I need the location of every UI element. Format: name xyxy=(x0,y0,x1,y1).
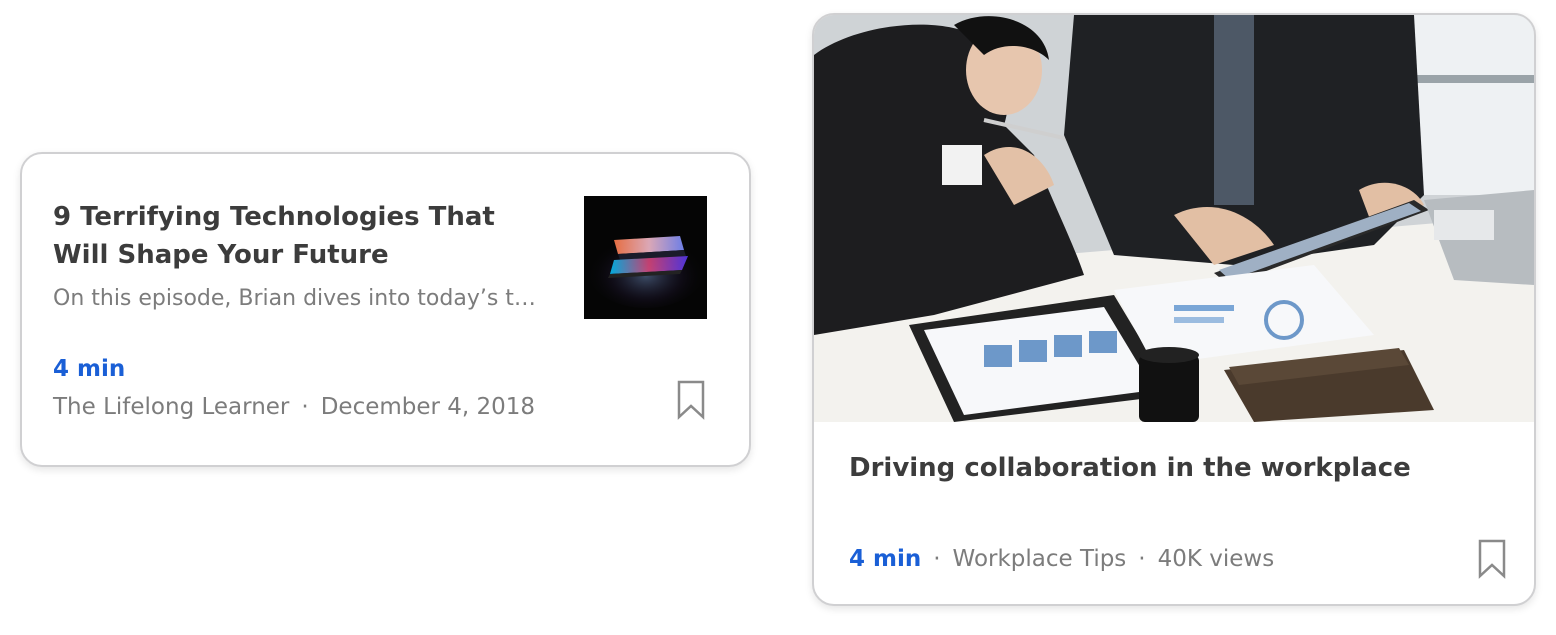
card-duration: 4 min xyxy=(849,546,922,572)
card-source[interactable]: The Lifelong Learner xyxy=(53,394,289,420)
meta-separator: · xyxy=(1138,546,1146,572)
card-title[interactable]: Driving collaboration in the workplace xyxy=(849,453,1411,483)
article-card-collaboration[interactable]: Driving collaboration in the workplace 4… xyxy=(812,13,1536,606)
meta-separator: · xyxy=(301,394,309,420)
meta-separator: · xyxy=(933,546,941,572)
card-duration: 4 min xyxy=(53,356,126,382)
bookmark-icon[interactable] xyxy=(676,380,706,420)
article-card-technologies[interactable]: 9 Terrifying Technologies That Will Shap… xyxy=(20,152,751,467)
card-description: On this episode, Brian dives into today’… xyxy=(53,286,536,311)
card-title[interactable]: 9 Terrifying Technologies That Will Shap… xyxy=(53,198,553,274)
card-meta: 4 min · Workplace Tips · 40K views xyxy=(849,546,1274,572)
business-meeting-hero-image xyxy=(814,15,1534,422)
card-meta: The Lifelong Learner · December 4, 2018 xyxy=(53,394,535,420)
card-category[interactable]: Workplace Tips xyxy=(953,546,1127,572)
bookmark-icon[interactable] xyxy=(1477,539,1507,579)
laptop-thumbnail-image xyxy=(584,196,707,319)
card-views: 40K views xyxy=(1157,546,1275,572)
card-date: December 4, 2018 xyxy=(320,394,536,420)
